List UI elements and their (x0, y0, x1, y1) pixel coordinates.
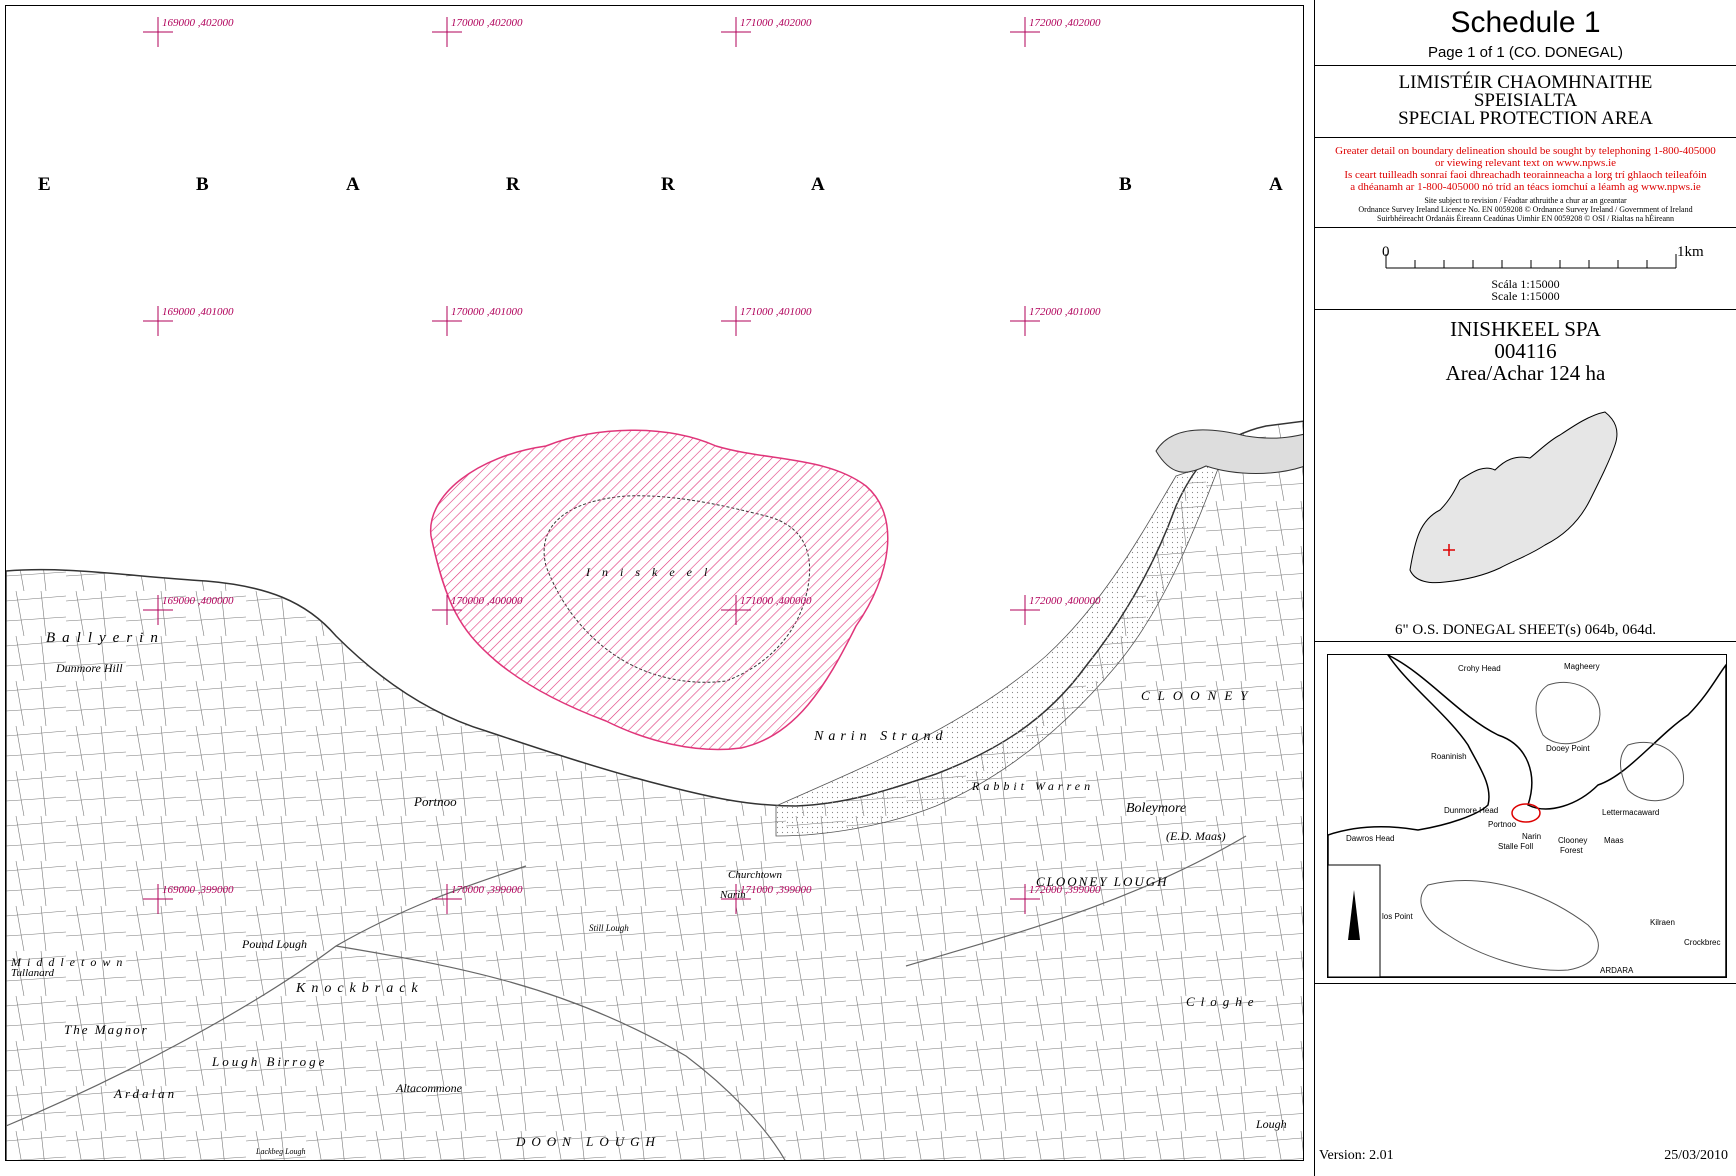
place-label: Pound Lough (241, 937, 307, 951)
fine-print: Suirbhéireacht Ordanáis Éireann Ceadúnas… (1376, 214, 1675, 223)
place-label: Lackbeg Lough (255, 1147, 306, 1156)
grid-label: 170000 ,401000 (451, 306, 523, 318)
grid-label: 171000 ,401000 (740, 306, 812, 318)
sea-letter: A (811, 174, 825, 195)
sheet-reference: 6" O.S. DONEGAL SHEET(s) 064b, 064d. (1395, 622, 1656, 638)
scale-end: 1km (1677, 244, 1704, 260)
designation-section: LIMISTÉIR CHAOMHNAITHE SPEISIALTA SPECIA… (1315, 66, 1736, 138)
grid-label: 172000 ,401000 (1029, 306, 1101, 318)
grid-label: 171000 ,402000 (740, 17, 812, 29)
locator-label: Crohy Head (1458, 664, 1501, 673)
place-label: Boleymore (1126, 801, 1186, 816)
scale-start: 0 (1382, 244, 1390, 260)
place-label: The Magnor (64, 1022, 149, 1037)
place-label: Narin (719, 889, 746, 901)
grid-label: 169000 ,399000 (162, 884, 234, 896)
locator-label: ARDARA (1600, 966, 1634, 975)
grid-label: 170000 ,400000 (451, 595, 523, 607)
scale-section: 0 1km Scála 1:15000 Scale 1:15000 (1315, 228, 1736, 310)
locator-label: Forest (1560, 846, 1583, 855)
fine-print: Ordnance Survey Ireland Licence No. EN 0… (1358, 205, 1693, 214)
place-label: (E.D. Maas) (1166, 829, 1226, 843)
grid-label: 169000 ,402000 (162, 17, 234, 29)
sea-letter: R (506, 174, 520, 195)
schedule-title: Schedule 1 (1450, 6, 1601, 39)
county-locator-map (1409, 411, 1618, 584)
grid-label: 170000 ,402000 (451, 17, 523, 29)
place-label: Tullanard (11, 967, 54, 979)
site-code: 004116 (1494, 339, 1557, 363)
legend-panel: Schedule 1 Page 1 of 1 (CO. DONEGAL) LIM… (1314, 0, 1736, 1176)
grid-label: 172000 ,402000 (1029, 17, 1101, 29)
place-label: Lough Birroge (211, 1054, 327, 1069)
notice-line: Is ceart tuilleadh sonraí faoi dhreachad… (1344, 169, 1707, 181)
notice-line: or viewing relevant text on www.npws.ie (1434, 157, 1617, 169)
grid-label: 169000 ,400000 (162, 595, 234, 607)
notice-section: Greater detail on boundary delineation s… (1315, 138, 1736, 228)
locator-label: Narin (1522, 832, 1541, 841)
locator-label: Clooney (1558, 836, 1587, 845)
locator-label: Dawros Head (1346, 834, 1394, 843)
locator-label: Kilraen (1650, 918, 1675, 927)
place-label: Narin Strand (813, 729, 948, 744)
grid-label: 171000 ,400000 (740, 595, 812, 607)
place-label: Rabbit Warren (971, 779, 1094, 793)
grid-label: 172000 ,400000 (1029, 595, 1101, 607)
site-section: INISHKEEL SPA 004116 Area/Achar 124 ha 6… (1315, 310, 1736, 642)
locator-label: Lettermacaward (1602, 808, 1659, 817)
map-canvas[interactable]: 169000 ,402000 170000 ,402000 171000 ,40… (6, 6, 1304, 1161)
place-label: Still Lough (589, 923, 629, 933)
grid-label: 171000 ,399000 (740, 884, 812, 896)
page-subtitle: Page 1 of 1 (CO. DONEGAL) (1427, 44, 1624, 61)
place-label: Lough (1255, 1117, 1287, 1131)
grid-label: 169000 ,401000 (162, 306, 234, 318)
place-label: DOON LOUGH (515, 1134, 661, 1149)
sea-letter: A (346, 174, 360, 195)
locator-label: los Point (1382, 912, 1413, 921)
place-label: Ballyerin (46, 630, 165, 646)
locator-label: Portnoo (1488, 820, 1517, 829)
place-label: CLOONEY (1141, 688, 1256, 703)
notice-line: Greater detail on boundary delineation s… (1335, 145, 1716, 157)
site-name: INISHKEEL SPA (1450, 317, 1601, 341)
notice-line: a dhéanamh ar 1-800-405000 nó tríd an té… (1350, 181, 1701, 193)
sea-letter: A (1269, 174, 1283, 195)
fine-print: Site subject to revision / Féadtar athru… (1424, 196, 1627, 205)
sea-letter: B (1119, 174, 1132, 195)
designation-english: SPECIAL PROTECTION AREA (1398, 108, 1653, 129)
place-label: Ardalan (113, 1086, 177, 1101)
locator-label: Dooey Point (1546, 744, 1590, 753)
scale-english: Scale 1:15000 (1491, 289, 1560, 303)
sea-letter: E (38, 174, 51, 195)
site-area: Area/Achar 124 ha (1445, 361, 1606, 385)
locator-label: Crockbrec (1684, 938, 1720, 947)
inset-map[interactable]: Crohy Head Magheery Roaninish Dooey Poin… (1327, 654, 1727, 978)
inset-map-canvas: Crohy Head Magheery Roaninish Dooey Poin… (1328, 655, 1726, 977)
grid-label: 170000 ,399000 (451, 884, 523, 896)
place-label: Churchtown (728, 869, 782, 881)
header-section: Schedule 1 Page 1 of 1 (CO. DONEGAL) (1315, 0, 1736, 66)
sea-letter: B (196, 174, 209, 195)
map-frame[interactable]: 169000 ,402000 170000 ,402000 171000 ,40… (5, 5, 1304, 1161)
place-label: Altacommone (395, 1081, 463, 1095)
date-label: 25/03/2010 (1664, 1148, 1728, 1163)
locator-label: Stalle Foll (1498, 842, 1533, 851)
place-label: Iniskeel (585, 565, 719, 579)
place-label: Portnoo (413, 794, 457, 809)
place-label: Dunmore Hill (55, 661, 123, 675)
locator-label: Dunmore Head (1444, 806, 1498, 815)
locator-label: Roaninish (1431, 752, 1467, 761)
sea-letter: R (661, 174, 675, 195)
place-label: Knockbrack (295, 981, 424, 996)
inset-section: Crohy Head Magheery Roaninish Dooey Poin… (1315, 642, 1736, 984)
locator-label: Maas (1604, 836, 1624, 845)
locator-label: Magheery (1564, 662, 1600, 671)
place-label: Cloghe (1186, 994, 1260, 1009)
version-label: Version: 2.01 (1319, 1148, 1394, 1163)
spa-boundary[interactable] (430, 429, 889, 751)
place-label: CLOONEY LOUGH (1036, 874, 1169, 889)
